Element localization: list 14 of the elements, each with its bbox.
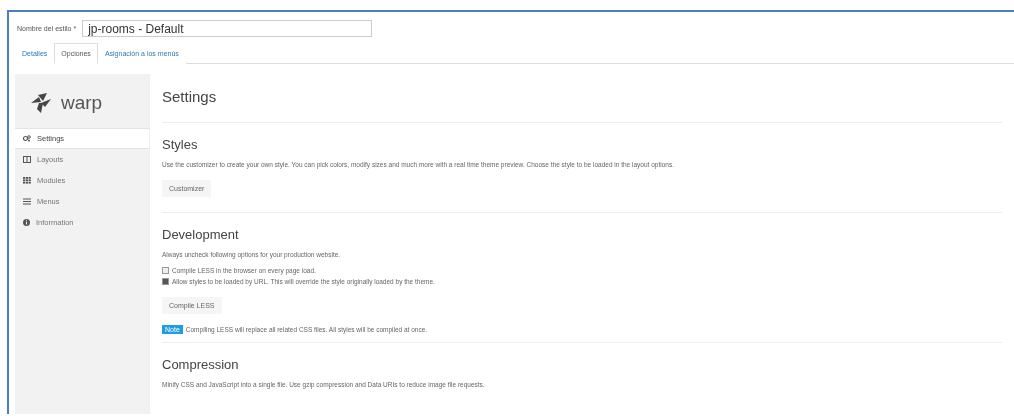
grid-icon [23, 177, 31, 184]
columns-icon [23, 156, 31, 163]
checkbox[interactable] [162, 278, 169, 285]
page-title: Settings [162, 88, 1002, 123]
gears-icon [23, 135, 31, 142]
bird-logo-icon [29, 93, 53, 113]
section-heading: Compression [162, 357, 240, 372]
menu-icon [23, 198, 31, 205]
logo-text: warp [61, 92, 103, 114]
checkbox[interactable] [162, 267, 169, 274]
info-icon [23, 219, 30, 226]
style-name-field[interactable]: jp-rooms - Default [82, 20, 373, 37]
section-heading: Development [162, 227, 240, 242]
section-heading: Styles [162, 137, 199, 152]
